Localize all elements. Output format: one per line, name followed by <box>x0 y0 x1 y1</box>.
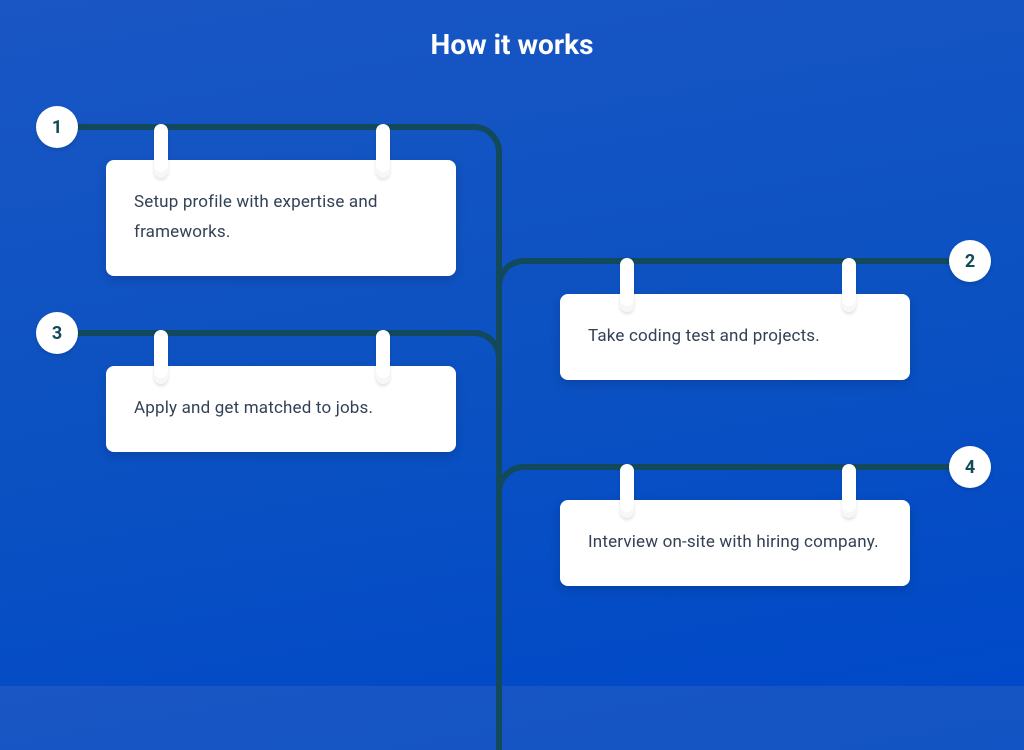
branch-line-2 <box>524 258 968 264</box>
step-number-4: 4 <box>949 446 991 488</box>
branch-line-3 <box>68 330 476 336</box>
step-card-1: Setup profile with expertise and framewo… <box>106 160 456 276</box>
card-hook <box>620 464 634 518</box>
card-hook <box>376 330 390 384</box>
branch-line-4 <box>524 464 968 470</box>
card-hook <box>842 258 856 312</box>
branch-corner-1 <box>470 124 502 156</box>
step-text: Interview on-site with hiring company. <box>588 532 879 552</box>
branch-stem <box>496 150 502 750</box>
step-number-1: 1 <box>36 106 78 148</box>
branch-line-1 <box>68 124 476 130</box>
step-text: Apply and get matched to jobs. <box>134 398 373 418</box>
step-card-3: Apply and get matched to jobs. <box>106 366 456 452</box>
step-card-4: Interview on-site with hiring company. <box>560 500 910 586</box>
card-hook <box>620 258 634 312</box>
section-title: How it works <box>0 28 1024 61</box>
step-text: Take coding test and projects. <box>588 326 820 346</box>
card-hook <box>154 124 168 178</box>
card-hook <box>842 464 856 518</box>
step-number-2: 2 <box>949 240 991 282</box>
step-text: Setup profile with expertise and framewo… <box>134 192 378 242</box>
card-hook <box>376 124 390 178</box>
step-number-3: 3 <box>36 312 78 354</box>
card-hook <box>154 330 168 384</box>
step-card-2: Take coding test and projects. <box>560 294 910 380</box>
